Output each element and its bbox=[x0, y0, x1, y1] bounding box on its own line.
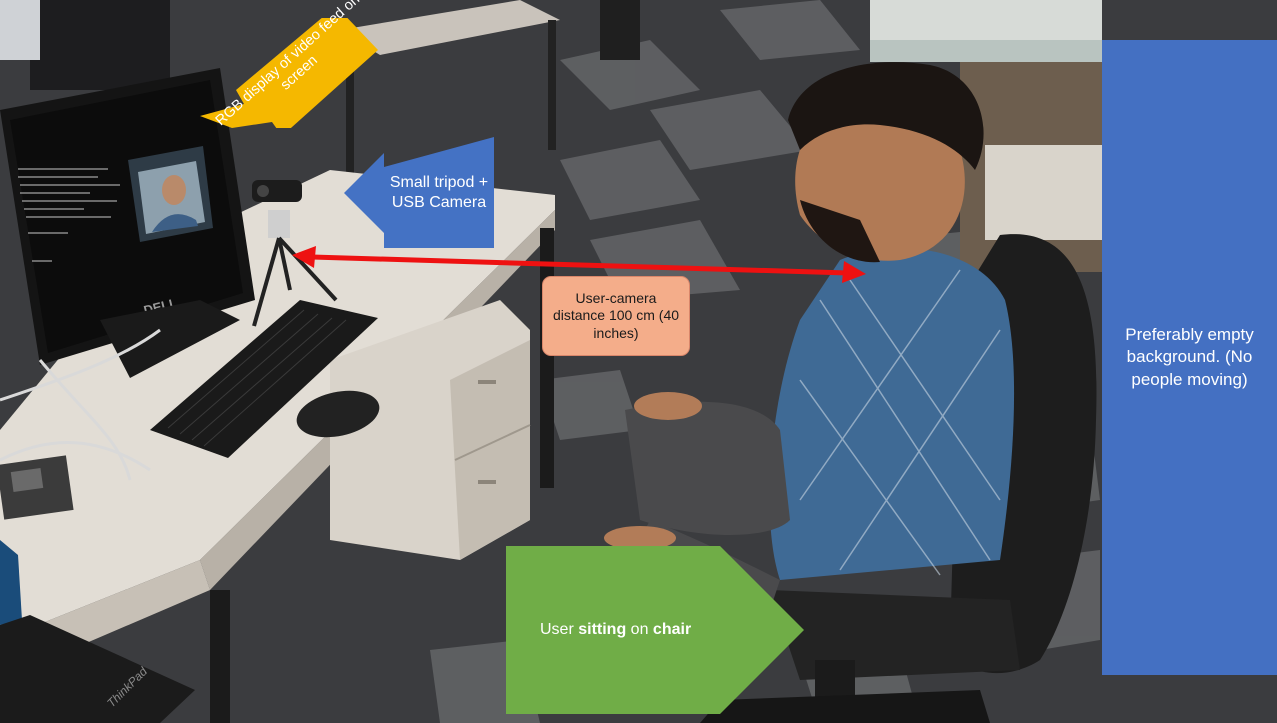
user-callout: User sitting on chair bbox=[506, 546, 804, 714]
background-text: Preferably empty background. (No people … bbox=[1125, 325, 1254, 389]
sitting-emphasis: sitting bbox=[578, 621, 627, 639]
rgb-display-callout: RGB display of video feed on screen bbox=[186, 0, 378, 129]
user-text: User sitting on chair bbox=[540, 621, 692, 639]
distance-text: User-camera distance 100 cm (40 inches) bbox=[552, 290, 680, 341]
desk-leg bbox=[210, 590, 230, 723]
distance-callout: User-camera distance 100 cm (40 inches) bbox=[542, 276, 690, 356]
glass-partition bbox=[870, 0, 1102, 40]
background-chair bbox=[30, 0, 170, 90]
trousers bbox=[625, 401, 790, 535]
chair-emphasis: chair bbox=[652, 621, 692, 639]
camera-text: Small tripod + USB Camera bbox=[389, 173, 489, 211]
video-feed-window bbox=[128, 146, 213, 242]
hand bbox=[634, 392, 702, 420]
camera-callout: Small tripod + USB Camera bbox=[344, 137, 494, 248]
background-callout: Preferably empty background. (No people … bbox=[1102, 40, 1277, 675]
annotated-photo: DELL ThinkPad RGB display of video feed … bbox=[0, 0, 1277, 723]
